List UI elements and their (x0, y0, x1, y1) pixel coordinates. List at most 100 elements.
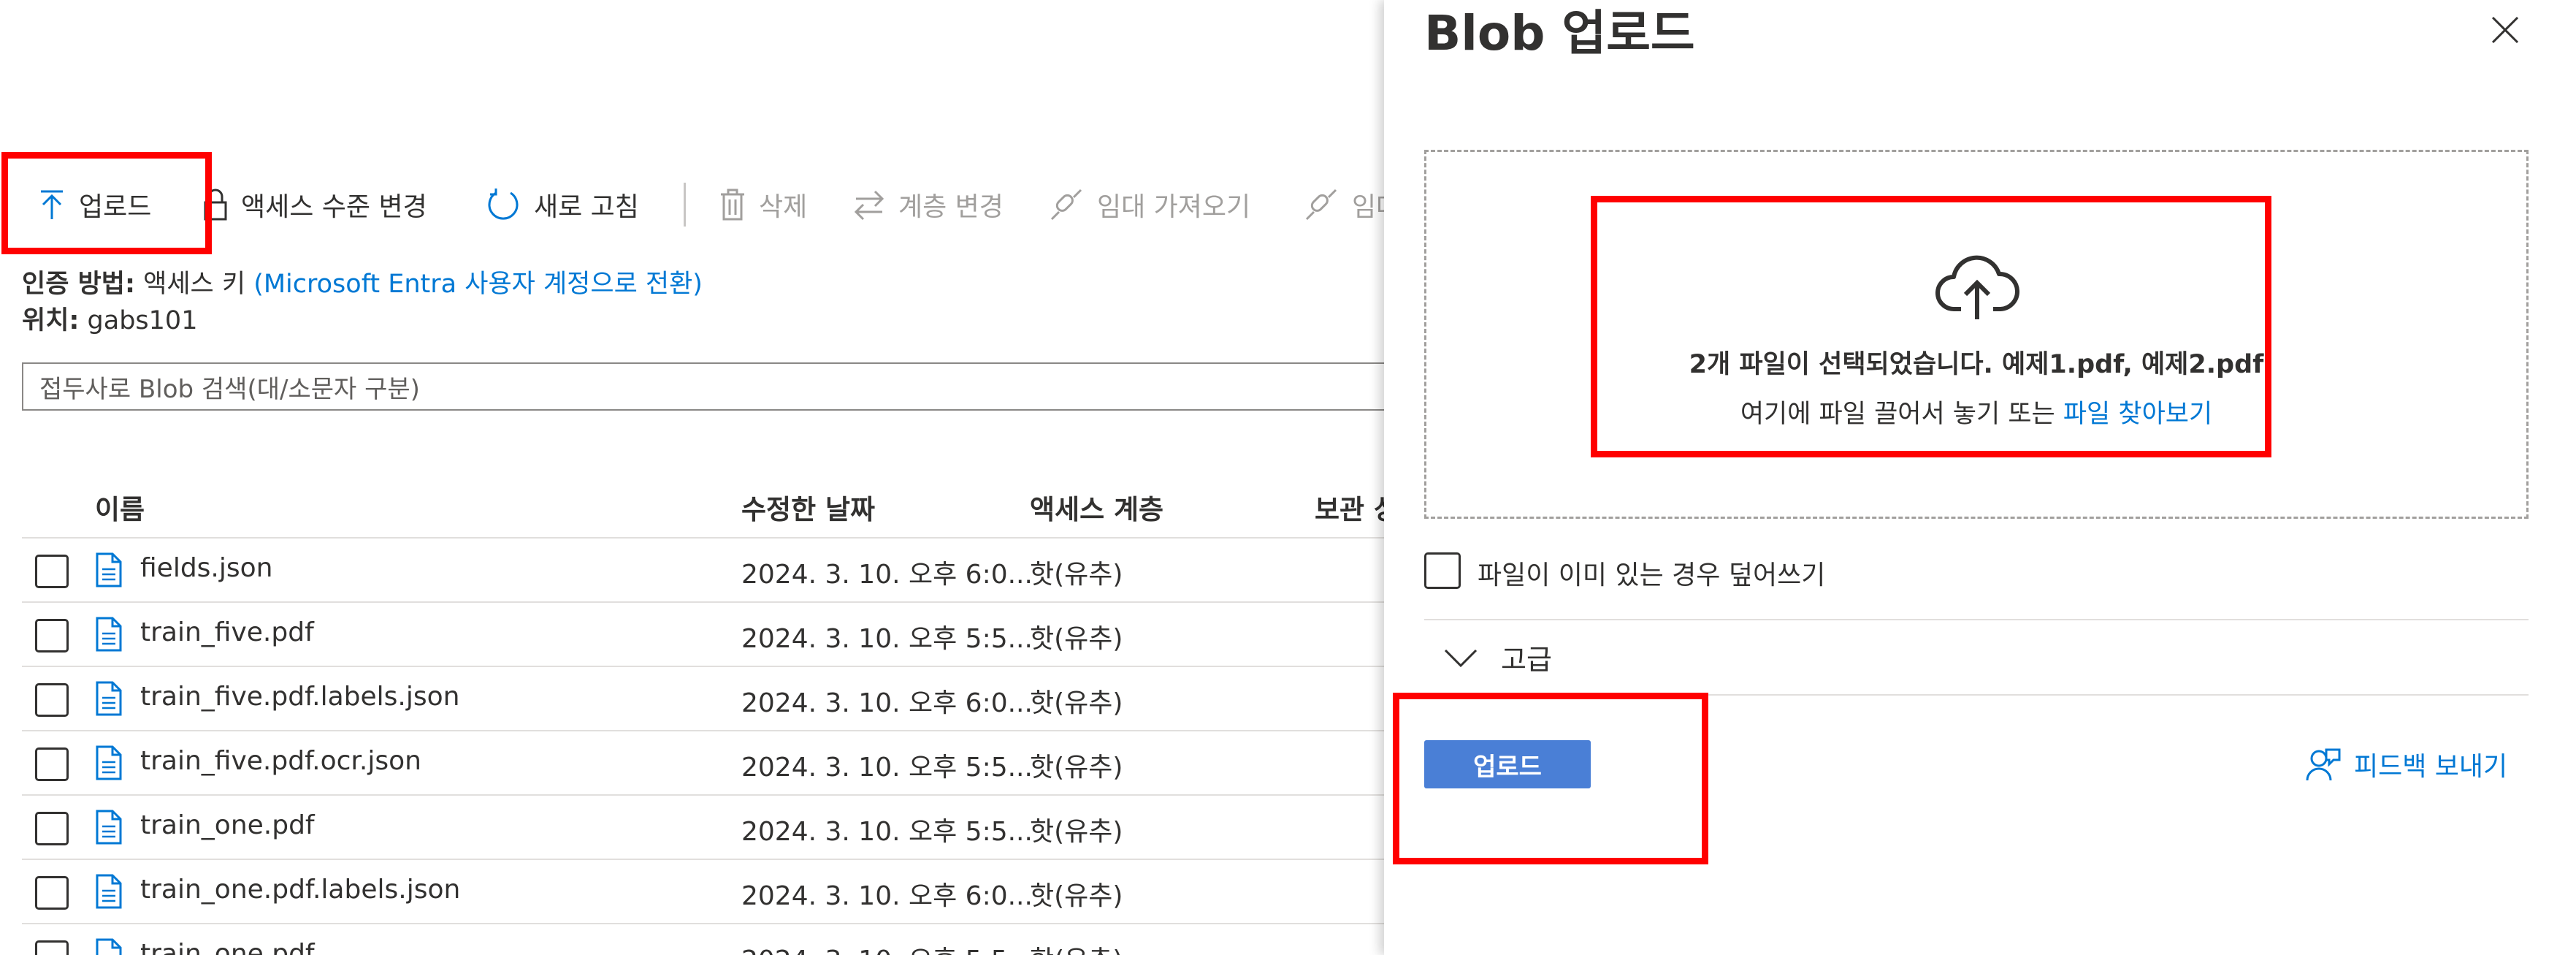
change-access-level-button[interactable]: 액세스 수준 변경 (203, 175, 427, 234)
upload-label: 업로드 (79, 192, 152, 222)
feedback-label: 피드백 보내기 (2354, 752, 2508, 782)
change-tier-button[interactable]: 계층 변경 (853, 175, 1004, 234)
table-row[interactable]: train_one.pdf 2024. 3. 10. 오후 5:5... 핫(유… (22, 923, 1384, 955)
location-label: 위치: (22, 306, 80, 335)
row-checkbox[interactable] (35, 940, 69, 955)
blob-name[interactable]: train_one.pdf (140, 939, 315, 955)
blob-modified: 2024. 3. 10. 오후 5:5... (741, 939, 1033, 955)
row-checkbox[interactable] (35, 683, 69, 717)
file-drop-zone[interactable] (1424, 150, 2529, 519)
blob-name[interactable]: train_five.pdf.ocr.json (140, 746, 421, 776)
blob-modified: 2024. 3. 10. 오후 6:0... (741, 560, 1033, 590)
blob-name[interactable]: train_one.pdf (140, 810, 315, 840)
lock-icon (204, 189, 227, 221)
browse-files-link[interactable]: 파일 찾아보기 (2063, 400, 2212, 429)
advanced-label: 고급 (1501, 644, 1552, 676)
blob-access-tier: 핫(유추) (1030, 688, 1123, 718)
switch-to-entra-link[interactable]: (Microsoft Entra 사용자 계정으로 전환) (253, 270, 703, 299)
advanced-toggle[interactable]: 고급 (1442, 637, 1552, 677)
selected-files-text: 2개 파일이 선택되었습니다. 예제1.pdf, 예제2.pdf (1689, 350, 2264, 379)
column-header-retention[interactable]: 보관 상 (1315, 487, 1384, 527)
blob-access-tier: 핫(유추) (1030, 817, 1123, 847)
arrow-up-icon (41, 190, 63, 219)
feedback-icon (2306, 748, 2341, 781)
blob-access-tier: 핫(유추) (1030, 624, 1123, 654)
auth-method-line: 인증 방법: 액세스 키 (Microsoft Entra 사용자 계정으로 전… (22, 263, 703, 300)
blob-modified: 2024. 3. 10. 오후 6:0... (741, 881, 1033, 911)
chevron-down-icon (1444, 649, 1478, 667)
overwrite-label: 파일이 이미 있는 경우 덮어쓰기 (1478, 560, 1826, 590)
blob-access-tier: 핫(유추) (1030, 560, 1123, 590)
column-header-name[interactable]: 이름 (95, 487, 145, 527)
container-pane: 업로드 액세스 수준 변경 새로 고침 삭제 계층 변경 임대 가져오기 임 인… (0, 0, 1384, 955)
refresh-button[interactable]: 새로 고침 (486, 175, 639, 234)
row-checkbox[interactable] (35, 876, 69, 910)
cloud-upload-icon (1935, 255, 2019, 319)
blob-search-input[interactable]: 접두사로 Blob 검색(대/소문자 구분) (22, 362, 1384, 411)
row-checkbox[interactable] (35, 812, 69, 845)
blob-name[interactable]: train_five.pdf (140, 617, 314, 647)
document-icon (96, 938, 122, 955)
blob-modified: 2024. 3. 10. 오후 5:5... (741, 624, 1033, 654)
trash-icon (721, 189, 744, 221)
location-line: 위치: gabs101 (22, 300, 197, 337)
auth-method-label: 인증 방법: (22, 270, 135, 299)
delete-button[interactable]: 삭제 (719, 175, 807, 234)
swap-arrows-icon (854, 190, 884, 221)
row-checkbox[interactable] (35, 747, 69, 781)
overwrite-checkbox[interactable] (1424, 552, 1461, 589)
row-checkbox[interactable] (35, 619, 69, 652)
refresh-icon (488, 189, 519, 220)
change-access-level-label: 액세스 수준 변경 (241, 192, 427, 222)
panel-title: Blob 업로드 (1424, 5, 1695, 61)
blob-name[interactable]: fields.json (140, 553, 272, 583)
acquire-lease-label: 임대 가져오기 (1097, 192, 1251, 222)
table-row[interactable]: train_five.pdf.ocr.json 2024. 3. 10. 오후 … (22, 730, 1384, 796)
table-header: 이름 수정한 날짜 액세스 계층 보관 상 (22, 479, 1384, 537)
search-placeholder: 접두사로 Blob 검색(대/소문자 구분) (39, 374, 420, 404)
link-icon (1050, 189, 1082, 221)
blob-modified: 2024. 3. 10. 오후 5:5... (741, 817, 1033, 847)
column-header-modified[interactable]: 수정한 날짜 (741, 487, 875, 527)
auth-method-value: 액세스 키 (143, 270, 246, 299)
upload-blob-panel: Blob 업로드 2개 파일이 선택되었습니다. 예제1.pdf, 예제2.pd… (1384, 0, 2576, 955)
column-header-access-tier[interactable]: 액세스 계층 (1030, 487, 1163, 527)
document-icon (96, 810, 122, 845)
table-row[interactable]: train_one.pdf.labels.json 2024. 3. 10. 오… (22, 859, 1384, 924)
divider (1424, 619, 2529, 620)
document-icon (96, 552, 122, 587)
break-lease-button[interactable]: 임대 (1304, 175, 1384, 234)
acquire-lease-button[interactable]: 임대 가져오기 (1049, 175, 1250, 234)
row-checkbox[interactable] (35, 555, 69, 588)
table-row[interactable]: train_five.pdf.labels.json 2024. 3. 10. … (22, 666, 1384, 731)
table-row[interactable]: train_one.pdf 2024. 3. 10. 오후 5:5... 핫(유… (22, 794, 1384, 860)
document-icon (96, 745, 122, 780)
broken-link-icon (1305, 189, 1337, 221)
document-icon (96, 874, 122, 909)
drag-drop-label: 여기에 파일 끌어서 놓기 또는 (1740, 400, 2055, 429)
change-tier-label: 계층 변경 (898, 192, 1004, 222)
divider (1424, 694, 2529, 696)
command-bar: 업로드 액세스 수준 변경 새로 고침 삭제 계층 변경 임대 가져오기 임 (0, 175, 1384, 234)
table-row[interactable]: fields.json 2024. 3. 10. 오후 6:0... 핫(유추) (22, 537, 1384, 603)
close-icon[interactable] (2487, 12, 2523, 48)
break-lease-label: 임대 (1352, 192, 1384, 222)
blob-access-tier: 핫(유추) (1030, 939, 1123, 955)
delete-label: 삭제 (759, 192, 808, 222)
blob-name[interactable]: train_five.pdf.labels.json (140, 682, 459, 712)
blob-modified: 2024. 3. 10. 오후 6:0... (741, 688, 1033, 718)
document-icon (96, 617, 122, 652)
toolbar-separator (684, 183, 686, 227)
upload-button[interactable]: 업로드 (38, 175, 151, 234)
blob-access-tier: 핫(유추) (1030, 881, 1123, 911)
blob-modified: 2024. 3. 10. 오후 5:5... (741, 753, 1033, 783)
upload-submit-button[interactable]: 업로드 (1424, 740, 1591, 788)
table-row[interactable]: train_five.pdf 2024. 3. 10. 오후 5:5... 핫(… (22, 601, 1384, 667)
blob-access-tier: 핫(유추) (1030, 753, 1123, 783)
drag-drop-text: 여기에 파일 끌어서 놓기 또는 파일 찾아보기 (1424, 393, 2529, 430)
document-icon (96, 681, 122, 716)
refresh-label: 새로 고침 (534, 192, 639, 222)
send-feedback-link[interactable]: 피드백 보내기 (2306, 745, 2507, 783)
location-value: gabs101 (87, 306, 198, 335)
blob-name[interactable]: train_one.pdf.labels.json (140, 875, 460, 905)
